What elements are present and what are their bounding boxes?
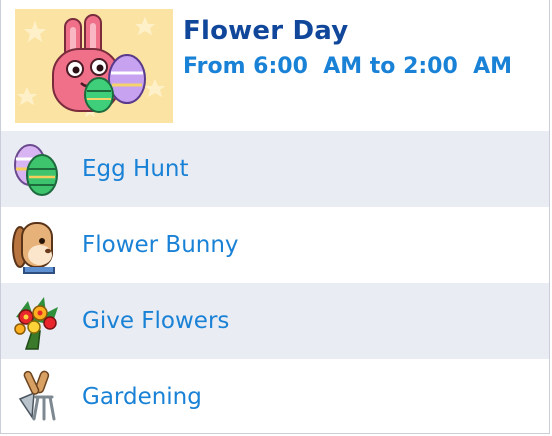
easter-eggs-icon	[10, 139, 62, 199]
activity-label: Gardening	[82, 384, 202, 410]
activity-label: Egg Hunt	[82, 156, 189, 182]
holiday-tradition-panel: Flower Day From 6:00 AM to 2:00 AM Egg H…	[0, 0, 550, 434]
activity-row-gardening[interactable]: Gardening	[1, 359, 549, 433]
bunny-head-icon	[10, 215, 62, 275]
activity-row-flower-bunny[interactable]: Flower Bunny	[1, 207, 549, 283]
activity-label: Give Flowers	[82, 308, 230, 334]
event-header-text: Flower Day From 6:00 AM to 2:00 AM	[183, 14, 512, 82]
activity-row-egg-hunt[interactable]: Egg Hunt	[1, 131, 549, 207]
flower-bouquet-icon	[10, 291, 62, 351]
activity-row-give-flowers[interactable]: Give Flowers	[1, 283, 549, 359]
bunny-with-eggs-icon	[15, 9, 173, 123]
activity-list: Egg Hunt Flower Bunny Give Flowers Garde…	[1, 131, 549, 433]
event-time: From 6:00 AM to 2:00 AM	[183, 54, 513, 79]
event-title: Flower Day	[183, 16, 349, 46]
event-header: Flower Day From 6:00 AM to 2:00 AM	[1, 0, 549, 131]
activity-label: Flower Bunny	[82, 232, 239, 258]
garden-tools-icon	[10, 367, 62, 427]
